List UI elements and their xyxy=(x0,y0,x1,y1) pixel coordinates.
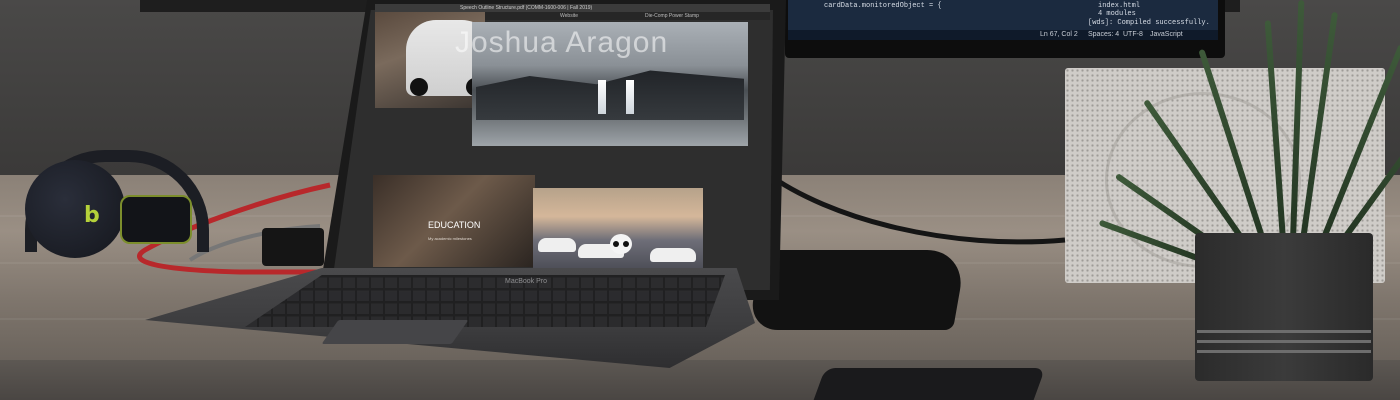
education-card-label: EDUCATION xyxy=(428,220,481,230)
hero-title: Joshua Aragon xyxy=(455,26,669,59)
headphone-cup xyxy=(25,160,125,258)
tab-website[interactable]: Website xyxy=(560,12,578,20)
window-title: Speech Outline Structure.pdf (COMM-1600-… xyxy=(460,5,593,11)
tab-diecomp[interactable]: Die-Comp Power Stamp xyxy=(645,12,699,20)
laptop-keyboard xyxy=(245,275,725,327)
education-card-subtitle: My academic milestones xyxy=(428,236,472,241)
laptop-brand-label: MacBook Pro xyxy=(505,278,548,285)
waterfall-stream xyxy=(626,80,634,114)
photo-scene: cardData.monitoredObject = { index.html … xyxy=(0,0,1400,400)
white-car xyxy=(650,248,696,262)
panda-mask xyxy=(610,234,632,254)
car-wheel xyxy=(410,78,428,96)
trackpad xyxy=(321,320,469,344)
white-car xyxy=(538,238,576,252)
headphone-cup-back xyxy=(120,195,192,244)
waterfall-stream xyxy=(598,80,606,114)
usb-hub xyxy=(262,228,324,266)
smartphone xyxy=(810,368,1046,400)
monitor-stand-base xyxy=(747,250,968,330)
headphone-logo-icon: b xyxy=(84,203,100,228)
browser-titlebar: Speech Outline Structure.pdf (COMM-1600-… xyxy=(375,4,770,12)
black-cable xyxy=(763,169,1066,245)
